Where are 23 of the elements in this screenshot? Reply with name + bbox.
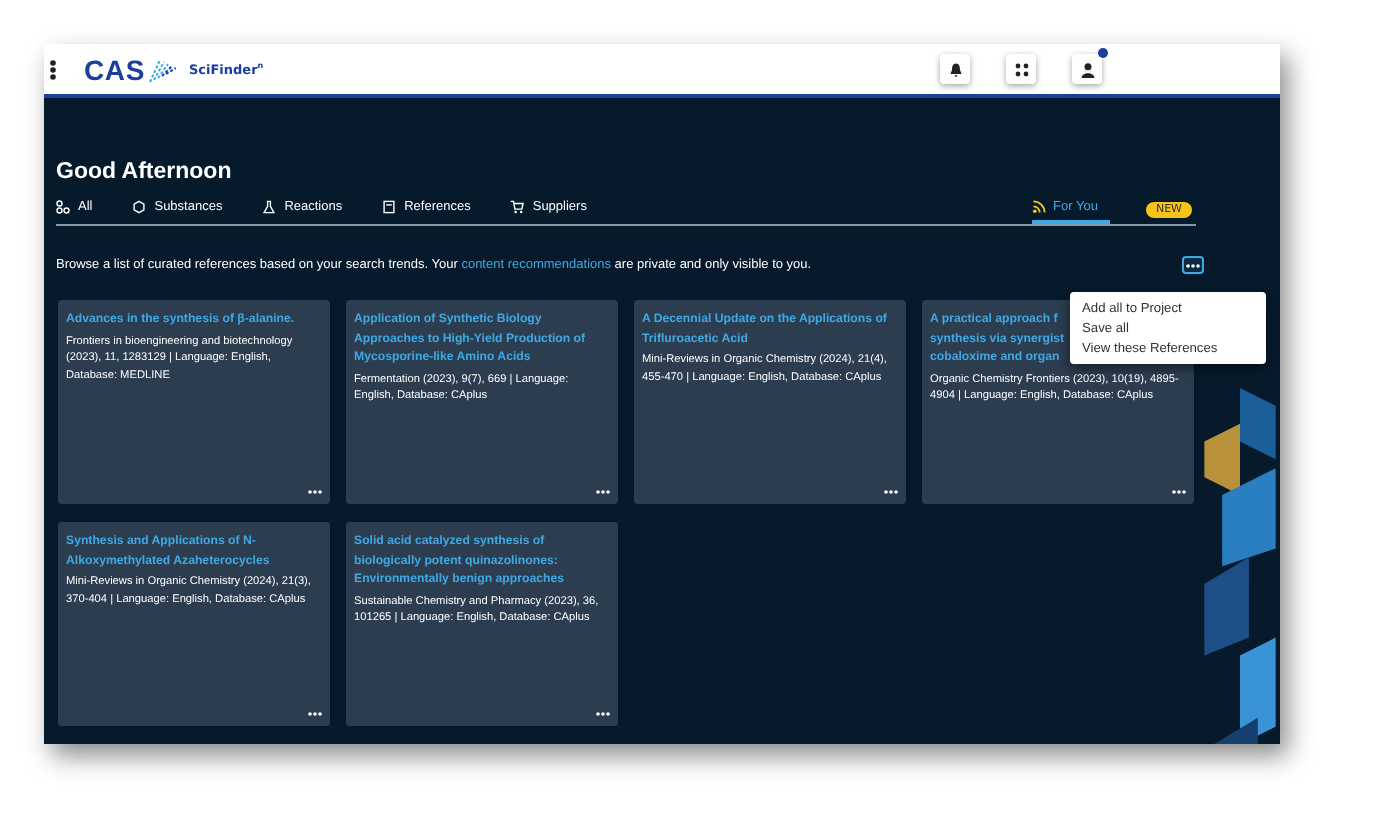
- more-options-button[interactable]: [1182, 256, 1204, 274]
- flask-icon: [262, 199, 277, 213]
- card-options-button[interactable]: [882, 488, 900, 496]
- bell-button[interactable]: [940, 54, 970, 84]
- apps-button[interactable]: [1006, 54, 1036, 84]
- card-options-button[interactable]: [306, 488, 324, 496]
- document-icon: [382, 199, 397, 213]
- greeting: Good Afternoon: [56, 160, 234, 184]
- logo-text: CAS: [84, 53, 145, 85]
- card-options-button[interactable]: [306, 710, 324, 718]
- card-options-button[interactable]: [1170, 488, 1188, 496]
- nodes-icon: [56, 199, 70, 213]
- hexagon-icon: [132, 199, 147, 213]
- user-button[interactable]: [1072, 54, 1102, 84]
- feed-icon: [1031, 199, 1046, 213]
- card-options-button[interactable]: [594, 488, 612, 496]
- apps-icon: [1013, 61, 1029, 77]
- user-icon: [1079, 61, 1095, 77]
- logo-icon: [148, 55, 177, 83]
- bell-icon: [947, 61, 963, 77]
- card-options-button[interactable]: [594, 710, 612, 718]
- cart-icon: [510, 199, 525, 213]
- menu-icon[interactable]: [50, 59, 56, 79]
